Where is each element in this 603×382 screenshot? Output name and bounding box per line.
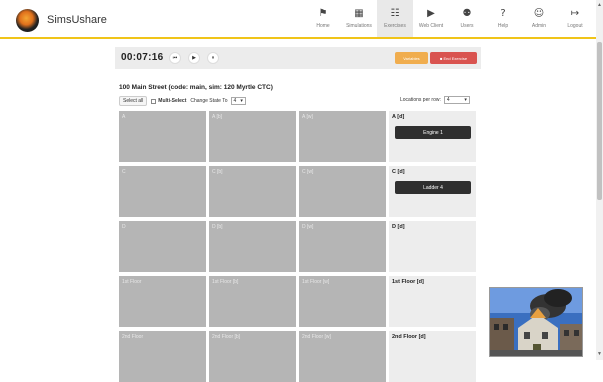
location-cell[interactable]: 2nd Floor — [119, 331, 206, 382]
pause-button[interactable]: ⏸ — [207, 52, 219, 64]
play-icon: ▶ — [427, 8, 435, 19]
change-state-value: 4 — [233, 98, 237, 104]
change-state-select[interactable]: 4 ▾ — [230, 97, 246, 105]
location-label: D [w] — [302, 224, 314, 230]
location-cell[interactable]: D [b] — [209, 221, 296, 272]
scroll-up-icon[interactable]: ▲ — [597, 2, 602, 8]
exercise-timer-bar: 00:07:16 ⏮ ▶ ⏸ Variables ■ End Exercise — [115, 47, 481, 69]
location-cell[interactable]: A [d] Engine 1 — [389, 111, 476, 162]
nav-help[interactable]: ? Help — [485, 0, 521, 37]
nav-simulations[interactable]: ▦ Simulations — [341, 0, 377, 37]
location-label: 2nd Floor [w] — [302, 334, 331, 340]
location-label: C — [122, 169, 126, 175]
location-cell[interactable]: A — [119, 111, 206, 162]
location-label: A — [122, 114, 126, 120]
multi-select-label: Multi-Select — [158, 98, 187, 104]
home-icon: ⚑ — [318, 8, 328, 19]
users-icon: ⚉ — [462, 8, 472, 19]
location-label: C [b] — [212, 169, 223, 175]
brand-name[interactable]: SimsUshare — [47, 14, 107, 26]
nav-web-client[interactable]: ▶ Web Client — [413, 0, 449, 37]
location-label: D — [122, 224, 126, 230]
location-label: 1st Floor [d] — [392, 279, 424, 285]
scene-title: 100 Main Street (code: main, sim: 120 My… — [119, 84, 273, 91]
variables-button[interactable]: Variables — [395, 52, 428, 64]
nav-logout[interactable]: ↦ Logout — [557, 0, 593, 37]
scroll-down-icon[interactable]: ▼ — [597, 351, 602, 357]
location-cell[interactable]: D [w] — [299, 221, 386, 272]
fire-scene-image — [490, 288, 582, 356]
assigned-unit-button[interactable]: Engine 1 — [395, 126, 471, 139]
logout-icon: ↦ — [570, 8, 580, 19]
chevron-down-icon: ▾ — [240, 98, 243, 104]
nav-label: Help — [497, 23, 509, 29]
location-cell[interactable]: A [w] — [299, 111, 386, 162]
user-circle-icon: ☺ — [533, 8, 545, 19]
location-cell[interactable]: 1st Floor [b] — [209, 276, 296, 327]
location-cell[interactable]: C [w] — [299, 166, 386, 217]
nav-label: Simulations — [346, 23, 372, 29]
sitemap-icon: ☷ — [390, 8, 400, 19]
nav-label: Users — [460, 23, 474, 29]
location-cell[interactable]: 2nd Floor [d] — [389, 331, 476, 382]
location-label: D [d] — [392, 224, 405, 230]
location-label: 1st Floor — [122, 279, 142, 285]
scroll-thumb[interactable] — [597, 42, 602, 200]
nav-label: Home — [316, 23, 330, 29]
assigned-unit-button[interactable]: Ladder 4 — [395, 181, 471, 194]
nav-label: Web Client — [418, 23, 444, 29]
location-label: C [w] — [302, 169, 314, 175]
location-label: 2nd Floor — [122, 334, 144, 340]
selection-toolbar: Select all Multi-Select Change State To … — [119, 96, 246, 106]
location-cell[interactable]: C — [119, 166, 206, 217]
locations-value: 4 — [446, 97, 450, 103]
location-cell[interactable]: 1st Floor [w] — [299, 276, 386, 327]
top-navbar: SimsUshare ⚑ Home ▦ Simulations ☷ Exercises ▶ W… — [0, 0, 596, 39]
location-cell[interactable]: C [d] Ladder 4 — [389, 166, 476, 217]
select-all-button[interactable]: Select all — [119, 96, 148, 106]
locations-label: Locations per row: — [400, 97, 441, 103]
nav-exercises[interactable]: ☷ Exercises — [377, 0, 413, 37]
help-icon: ? — [500, 8, 506, 19]
location-label: 1st Floor [w] — [302, 279, 330, 285]
page-scrollbar[interactable]: ▲ ▼ — [596, 0, 603, 360]
elapsed-timer: 00:07:16 — [121, 52, 164, 63]
location-label: D [b] — [212, 224, 223, 230]
rewind-button[interactable]: ⏮ — [169, 52, 181, 64]
locations-select[interactable]: 4 ▾ — [443, 96, 470, 104]
main-nav: ⚑ Home ▦ Simulations ☷ Exercises ▶ Web Client ⚉ U… — [305, 0, 593, 37]
nav-home[interactable]: ⚑ Home — [305, 0, 341, 37]
nav-label: Admin — [531, 23, 547, 29]
nav-label: Exercises — [384, 23, 406, 29]
location-cell[interactable]: D [d] — [389, 221, 476, 272]
chevron-down-icon: ▾ — [464, 97, 467, 103]
end-exercise-button[interactable]: ■ End Exercise — [430, 52, 477, 64]
map-icon: ▦ — [354, 8, 364, 19]
location-label: 2nd Floor [d] — [392, 334, 426, 340]
location-cell[interactable]: D — [119, 221, 206, 272]
app-logo[interactable] — [16, 9, 39, 32]
location-cell[interactable]: A [b] — [209, 111, 296, 162]
location-cell[interactable]: 2nd Floor [b] — [209, 331, 296, 382]
locations-per-row: Locations per row: 4 ▾ — [400, 96, 470, 104]
location-label: 2nd Floor [b] — [212, 334, 241, 340]
nav-label: Logout — [567, 23, 583, 29]
camera-feed[interactable] — [489, 287, 583, 357]
play-button[interactable]: ▶ — [188, 52, 200, 64]
location-cell[interactable]: 1st Floor [d] — [389, 276, 476, 327]
location-label: C [d] — [392, 169, 405, 175]
nav-admin[interactable]: ☺ Admin — [521, 0, 557, 37]
nav-users[interactable]: ⚉ Users — [449, 0, 485, 37]
location-cell[interactable]: C [b] — [209, 166, 296, 217]
location-cell[interactable]: 2nd Floor [w] — [299, 331, 386, 382]
location-cell[interactable]: 1st Floor — [119, 276, 206, 327]
multi-select-checkbox[interactable] — [151, 98, 157, 104]
location-label: A [w] — [302, 114, 313, 120]
location-label: 1st Floor [b] — [212, 279, 239, 285]
location-label: A [d] — [392, 114, 405, 120]
location-label: A [b] — [212, 114, 223, 120]
change-state-label: Change State To — [190, 98, 228, 104]
